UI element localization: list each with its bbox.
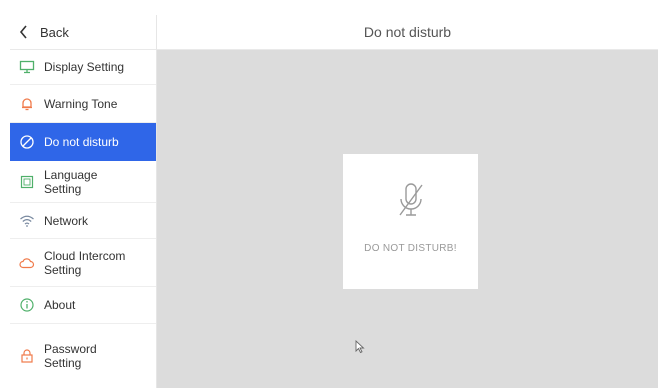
sidebar-item-about[interactable]: About: [10, 287, 156, 324]
sidebar-item-label: Language Setting: [44, 167, 98, 196]
sidebar-item-do-not-disturb[interactable]: Do not disturb: [10, 123, 156, 161]
sidebar-item-label: Warning Tone: [44, 96, 118, 111]
sidebar-item-network[interactable]: Network: [10, 203, 156, 239]
sidebar-item-password-setting[interactable]: Password Setting: [10, 324, 156, 388]
sidebar-item-label: Do not disturb: [44, 134, 119, 149]
sidebar-item-label: Password Setting: [44, 342, 97, 370]
sidebar-item-display-setting[interactable]: Display Setting: [10, 50, 156, 85]
back-button[interactable]: Back: [10, 15, 157, 50]
sidebar-item-language-setting[interactable]: Language Setting: [10, 161, 156, 203]
card-message: DO NOT DISTURB!: [364, 243, 457, 254]
bell-icon: [12, 96, 42, 112]
app-window: Back Do not disturb Display Setting Warn…: [10, 15, 658, 388]
chevron-left-icon: [10, 25, 38, 39]
language-icon: [12, 174, 42, 190]
monitor-icon: [12, 60, 42, 74]
sidebar-item-warning-tone[interactable]: Warning Tone: [10, 85, 156, 123]
do-not-disturb-icon: [12, 134, 42, 150]
sidebar-item-label: About: [44, 298, 76, 312]
sidebar: Display Setting Warning Tone Do not dist…: [10, 50, 157, 388]
cloud-icon: [12, 255, 42, 271]
wifi-icon: [12, 214, 42, 228]
info-icon: [12, 297, 42, 313]
back-label: Back: [40, 24, 69, 40]
page-title: Do not disturb: [363, 24, 452, 40]
lock-icon: [12, 348, 42, 364]
do-not-disturb-card: DO NOT DISTURB!: [343, 154, 478, 289]
sidebar-item-label: Display Setting: [44, 60, 125, 74]
sidebar-item-label: Network: [44, 213, 89, 228]
title-bar: Do not disturb: [157, 15, 658, 50]
mouse-cursor-icon: [355, 339, 365, 359]
sidebar-item-label: Cloud Intercom Setting: [44, 248, 126, 277]
mic-off-icon: [396, 182, 426, 225]
sidebar-item-cloud-intercom-setting[interactable]: Cloud Intercom Setting: [10, 239, 156, 287]
